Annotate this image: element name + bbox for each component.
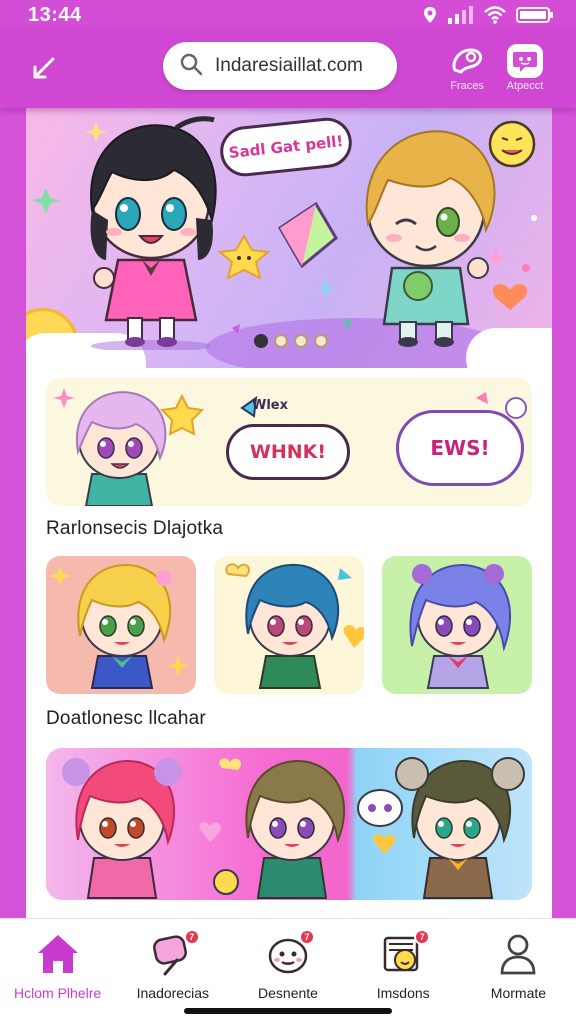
nav-home[interactable]: Hclom Plhelre — [0, 919, 115, 1024]
chibi-boy-character — [365, 130, 496, 347]
nav-profile[interactable]: Mormate — [461, 919, 576, 1024]
status-icons — [422, 6, 554, 24]
signal-icon — [448, 6, 474, 24]
section-title-2: Doatlonesc llcahar — [46, 708, 206, 729]
sticker-icon — [449, 44, 485, 78]
sticker-tile[interactable] — [382, 556, 532, 694]
nav-missions-label: Imsdons — [376, 985, 430, 1001]
hero-banner[interactable]: Sadl Gat pell! — [26, 108, 552, 368]
nav-profile-label: Mormate — [490, 985, 547, 1001]
nav-emoji-label: Desnente — [258, 985, 318, 1001]
carousel-dot[interactable] — [314, 334, 328, 348]
nav-home-label: Hclom Plhelre — [14, 985, 102, 1001]
chibi-girl-character — [90, 116, 217, 350]
carousel-dot[interactable] — [274, 334, 288, 348]
calendar-emoji-icon: 7 — [380, 929, 431, 977]
chibi-group-characters — [62, 757, 525, 899]
search-icon — [179, 52, 203, 81]
chibi-pink-hair-character — [75, 391, 167, 506]
sticker-tile[interactable] — [46, 556, 196, 694]
sticker-banner[interactable] — [46, 748, 532, 900]
emoji-face-icon: 7 — [265, 929, 315, 977]
chat-icon — [507, 44, 543, 78]
home-icon — [35, 931, 81, 977]
notification-badge: 7 — [299, 929, 315, 945]
wink-speech-bubble: WHNK! — [226, 424, 350, 480]
status-bar: 13:44 — [0, 0, 576, 30]
chibi-purple-hair-character — [409, 564, 512, 689]
status-time: 13:44 — [28, 3, 82, 26]
search-input[interactable] — [215, 55, 385, 77]
chibi-teal-hair-boy-character — [225, 563, 364, 689]
ews-speech-bubble: EWS! — [396, 410, 524, 486]
back-arrow-icon — [33, 57, 55, 79]
section-title-1: Rarlonsecis Dlajotka — [46, 518, 224, 539]
battery-icon — [516, 6, 554, 24]
sticker-preview-card[interactable]: Wlex WHNK! EWS! — [46, 378, 532, 506]
nav-stickers-label: Inadorecias — [136, 985, 209, 1001]
chibi-blonde-girl-character — [49, 564, 189, 689]
notification-badge: 7 — [414, 929, 431, 945]
location-icon — [422, 6, 438, 24]
wifi-icon — [484, 6, 506, 24]
carousel-dot[interactable] — [294, 334, 308, 348]
back-button[interactable] — [24, 48, 64, 88]
atpecct-button[interactable]: Atpecct — [490, 44, 560, 92]
sticker-brush-icon: 7 — [150, 929, 200, 977]
carousel-dot[interactable] — [254, 334, 268, 348]
atpecct-label: Atpecct — [506, 80, 544, 92]
top-bar: Fraces Atpecct — [0, 30, 576, 108]
search-bar[interactable] — [163, 42, 397, 90]
sticker-small-text: Wlex — [252, 398, 288, 413]
carousel-dots — [254, 334, 328, 348]
notification-badge: 7 — [183, 929, 200, 945]
profile-icon — [495, 931, 541, 977]
content-panel: Sadl Gat pell! Wlex WHNK! EWS! Rarlonsec… — [26, 108, 552, 918]
home-indicator — [184, 1008, 392, 1014]
sticker-tile[interactable] — [214, 556, 364, 694]
